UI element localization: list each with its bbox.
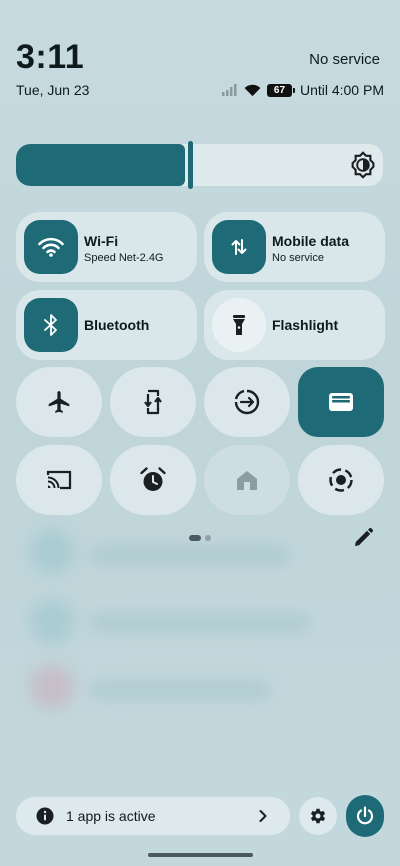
tile-wifi[interactable]: Wi-Fi Speed Net-2.4G xyxy=(16,212,197,282)
brightness-handle[interactable] xyxy=(188,141,193,189)
carrier-label: No service xyxy=(309,51,380,68)
bluetooth-icon xyxy=(44,314,57,336)
wifi-status-icon xyxy=(244,84,261,96)
status-icons: 67 Until 4:00 PM xyxy=(221,82,384,98)
active-apps-button[interactable]: 1 app is active xyxy=(16,797,290,835)
flashlight-label: Flashlight xyxy=(272,317,339,333)
wifi-tile-icon-bg xyxy=(24,220,78,274)
flashlight-tile-icon-bg xyxy=(212,298,266,352)
chevron-right-icon xyxy=(259,810,267,822)
signal-icon xyxy=(221,84,237,96)
flashlight-icon xyxy=(233,315,245,335)
blurred-notification xyxy=(90,545,290,565)
tile-alarm[interactable] xyxy=(110,445,196,515)
mobile-data-tile-icon-bg xyxy=(212,220,266,274)
tile-airplane-mode[interactable] xyxy=(16,367,102,437)
mobile-data-icon xyxy=(231,239,247,255)
wifi-label: Wi-Fi xyxy=(84,233,119,249)
settings-button[interactable] xyxy=(299,797,337,835)
brightness-fill xyxy=(16,144,185,186)
brightness-auto-icon xyxy=(351,151,375,179)
blurred-notification-avatar xyxy=(30,600,74,644)
info-icon xyxy=(36,807,54,825)
power-button[interactable] xyxy=(346,795,384,837)
blurred-notification-avatar xyxy=(30,530,74,574)
battery-status: Until 4:00 PM xyxy=(299,82,384,98)
rotate-icon xyxy=(144,389,162,415)
tile-bluetooth[interactable]: Bluetooth xyxy=(16,290,197,360)
airplane-icon xyxy=(48,391,70,413)
blurred-notification xyxy=(90,680,270,700)
tile-flashlight[interactable]: Flashlight xyxy=(204,290,385,360)
screen-record-icon xyxy=(329,468,353,492)
home-indicator[interactable] xyxy=(148,853,253,857)
date[interactable]: Tue, Jun 23 xyxy=(16,82,89,98)
mobile-data-label: Mobile data xyxy=(272,233,350,249)
clock[interactable]: 3:11 xyxy=(16,38,84,77)
tile-mobile-data[interactable]: Mobile data No service xyxy=(204,212,385,282)
edit-icon[interactable] xyxy=(352,527,374,549)
blurred-notification-avatar xyxy=(30,665,74,709)
cast-icon xyxy=(46,470,72,490)
tile-wallet[interactable] xyxy=(298,367,384,437)
page-indicator xyxy=(189,535,211,541)
wifi-network: Speed Net-2.4G xyxy=(84,252,164,264)
page-dot-active xyxy=(189,535,201,541)
battery-icon: 67 xyxy=(266,83,295,97)
power-icon xyxy=(356,806,374,825)
data-saver-icon xyxy=(234,389,260,415)
alarm-icon xyxy=(140,467,166,491)
blurred-notification xyxy=(90,613,310,633)
bluetooth-tile-icon-bg xyxy=(24,298,78,352)
bluetooth-label: Bluetooth xyxy=(84,317,150,333)
mobile-data-status: No service xyxy=(272,252,324,264)
tile-screen-cast[interactable] xyxy=(16,445,102,515)
tile-data-saver[interactable] xyxy=(204,367,290,437)
tile-auto-rotate[interactable] xyxy=(110,367,196,437)
home-icon xyxy=(237,471,257,490)
active-apps-label: 1 app is active xyxy=(66,808,156,824)
tile-screen-record[interactable] xyxy=(298,445,384,515)
wallet-icon xyxy=(329,393,353,411)
tile-home-controls[interactable] xyxy=(204,445,290,515)
gear-icon xyxy=(310,808,326,824)
wifi-icon xyxy=(38,237,64,257)
page-dot xyxy=(205,535,211,541)
brightness-slider[interactable] xyxy=(16,144,383,186)
